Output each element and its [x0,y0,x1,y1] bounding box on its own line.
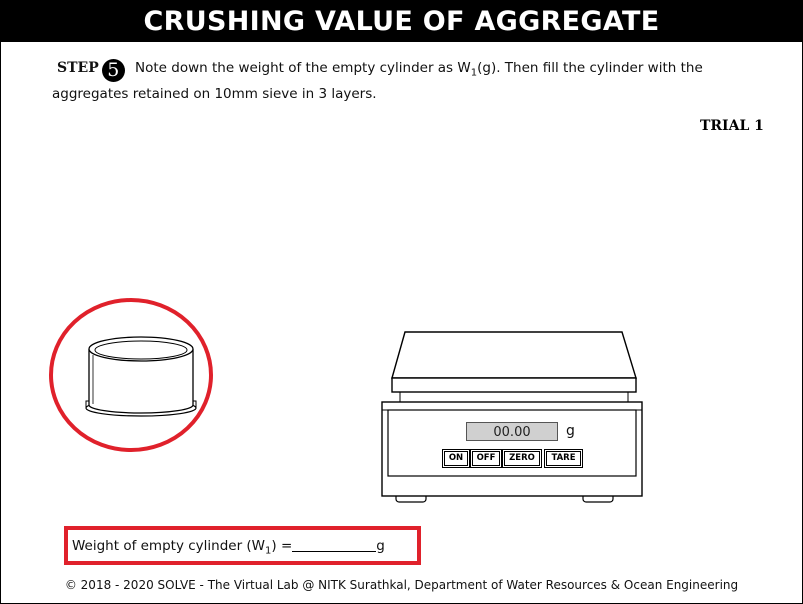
weight-input-blank[interactable] [292,537,377,552]
result-box: Weight of empty cylinder (W1) = g [64,526,421,565]
scale-off-button[interactable]: OFF [470,449,502,468]
result-line: Weight of empty cylinder (W1) = g [72,536,385,562]
scale-display: 00.00 [466,422,558,441]
step-text-part1: Note down the weight of the empty cylind… [135,60,471,76]
scale-unit: g [566,423,575,439]
footer-copyright: © 2018 - 2020 SOLVE - The Virtual Lab @ … [64,578,739,592]
empty-cylinder-icon[interactable] [48,297,214,453]
result-label-prefix: Weight of empty cylinder (W [72,538,266,554]
step-label: STEP [57,60,99,76]
result-label-suffix: ) = [271,538,293,554]
scale-zero-button[interactable]: ZERO [502,449,542,468]
weighing-scale-icon: 00.00 g ON OFF ZERO TARE [380,330,644,515]
page-title: CRUSHING VALUE OF AGGREGATE [1,1,802,42]
step-instructions: STEP 5 Note down the weight of the empty … [52,58,772,104]
result-unit: g [376,538,385,554]
scale-on-button[interactable]: ON [442,449,470,468]
step-number-badge: 5 [101,59,125,82]
trial-label: TRIAL 1 [700,118,764,134]
scale-tare-button[interactable]: TARE [544,449,583,468]
